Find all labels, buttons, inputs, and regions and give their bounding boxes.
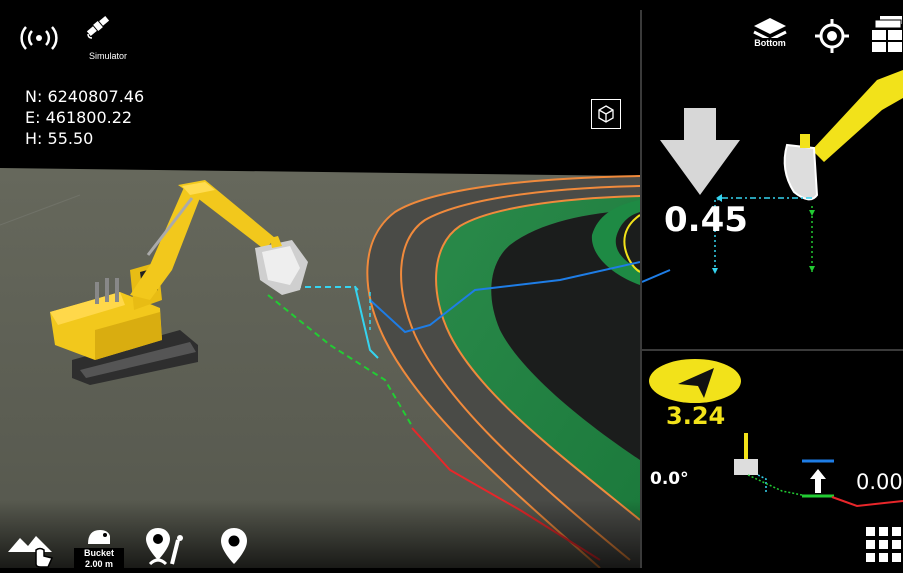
position-readout: N: 6240807.46 E: 461800.22 H: 55.50: [25, 86, 144, 149]
bucket-button[interactable]: Bucket 2.00 m: [74, 526, 124, 570]
guidance-panel[interactable]: 3.24 0.0° 0.00: [642, 351, 903, 568]
section-view-canvas: [642, 70, 903, 283]
cut-arrow-icon: [660, 108, 740, 195]
profile-canvas: [734, 433, 903, 508]
point-line-icon: [146, 528, 183, 566]
east-coordinate: E: 461800.22: [25, 108, 133, 127]
point-line-button[interactable]: [144, 526, 190, 573]
layers-label: Bottom: [750, 38, 790, 48]
north-coordinate: N: 6240807.46: [25, 87, 145, 106]
terrain-tap-icon: [8, 536, 54, 568]
views-icon: [872, 16, 902, 52]
bucket-width: 2.00 m: [84, 559, 114, 569]
main-3d-view[interactable]: Simulator N: 6240807.46 E: 461800.22 H: …: [0, 0, 640, 571]
location-button[interactable]: [218, 526, 250, 571]
offset-value: 0.00: [856, 470, 903, 494]
satellite-icon[interactable]: [84, 12, 112, 45]
layers-button[interactable]: Bottom: [750, 16, 790, 55]
keypad-icon: [866, 527, 901, 562]
target-icon: [815, 19, 849, 53]
wireless-signal-icon[interactable]: [18, 24, 60, 57]
fill-arrow-icon: [810, 469, 826, 493]
keypad-button[interactable]: [866, 527, 903, 573]
terrain-tap-button[interactable]: [8, 530, 58, 573]
views-button[interactable]: [870, 16, 903, 59]
mode-label: Simulator: [89, 51, 128, 61]
cut-fill-value: 0.45: [664, 200, 748, 240]
height-coordinate: H: 55.50: [25, 129, 94, 148]
section-view-panel[interactable]: Bottom 0.45: [642, 10, 903, 349]
bucket-icon: [88, 530, 110, 544]
location-pin-icon: [221, 528, 247, 564]
tilt-value: 0.0°: [650, 469, 689, 489]
view-cube-icon[interactable]: [591, 99, 621, 129]
locate-button[interactable]: [814, 18, 850, 59]
bucket-label: Bucket: [83, 548, 114, 558]
